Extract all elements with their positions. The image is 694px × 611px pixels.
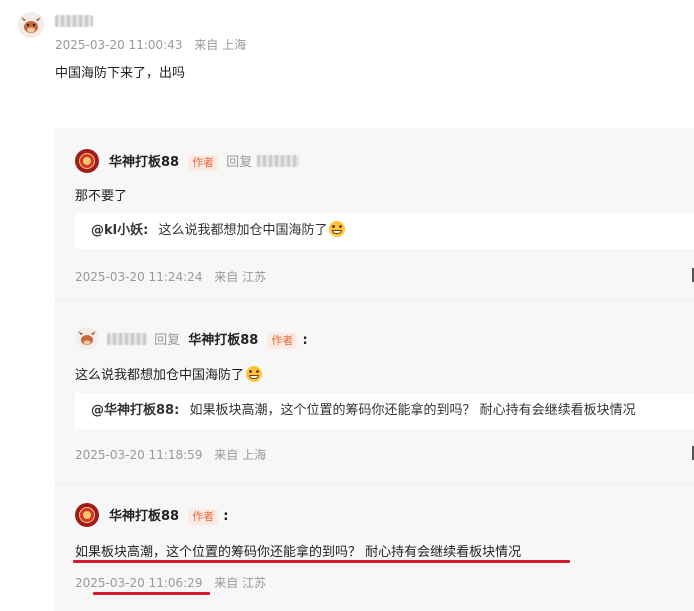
grinning-face-icon [329,221,346,237]
reply-word: 回复 [154,333,181,348]
reply-text-content: 这么说我都想加仓中国海防了 [75,368,245,383]
colon: : [223,509,229,524]
reply-text: 那不要了 [75,189,128,204]
reply-author-blurred[interactable] [107,333,147,345]
reply-meta: 2025-03-20 11:06:29 来自 江苏 [75,574,266,591]
reply-location: 来自 江苏 [214,270,267,284]
quoted-comment[interactable]: @华神打板88: 如果板块高潮，这个位置的筹码你还能拿的到吗？ 耐心持有会继续看… [75,393,694,429]
reply-timestamp: 2025-03-20 11:24:24 [75,270,203,284]
cow-avatar-icon [76,327,98,349]
reply-timestamp: 2025-03-20 11:18:59 [75,448,203,462]
reply-header: 华神打板88 作者 回复 [109,151,300,171]
reply-timestamp: 2025-03-20 11:06:29 [75,576,203,590]
reply-target-blurred[interactable] [257,155,300,167]
username-blurred[interactable] [55,15,93,27]
reply-divider [55,300,694,301]
quote-text: 这么说我都想加仓中国海防了 [158,223,328,238]
comment-meta: 2025-03-20 11:00:43 来自 上海 [55,36,246,53]
comment-text: 中国海防下来了，出吗 [55,66,186,81]
user-avatar[interactable] [76,327,98,349]
reply-text: 这么说我都想加仓中国海防了 [75,364,263,383]
author-avatar[interactable] [75,149,99,173]
reply-word: 回复 [226,155,253,170]
quote-text: 如果板块高潮，这个位置的筹码你还能拿的到吗？ 耐心持有会继续看板块情况 [189,403,636,418]
reply-author-name[interactable]: 华神打板88 [109,509,179,524]
reply-meta: 2025-03-20 11:24:24 来自 江苏 [75,268,266,285]
user-avatar[interactable] [18,12,44,38]
grinning-face-icon [246,366,263,382]
reply-location: 来自 江苏 [214,576,267,590]
quoted-comment[interactable]: @kl小妖: 这么说我都想加仓中国海防了 [75,213,694,249]
reply-text: 如果板块高潮，这个位置的筹码你还能拿的到吗？ 耐心持有会继续看板块情况 [75,545,522,560]
quote-author[interactable]: @kl小妖: [91,223,148,238]
reply-header: 华神打板88 作者 : [109,505,228,525]
author-avatar[interactable] [75,503,99,527]
reply-location: 来自 上海 [214,448,267,462]
reply-meta: 2025-03-20 11:18:59 来自 上海 [75,446,266,463]
reply-target-name[interactable]: 华神打板88 [188,333,258,348]
author-badge: 作者 [188,155,219,171]
cow-avatar-icon [18,12,44,38]
author-badge: 作者 [188,509,219,525]
reply-author-name[interactable]: 华神打板88 [109,155,179,170]
comment-timestamp: 2025-03-20 11:00:43 [55,38,183,52]
author-badge: 作者 [267,333,298,349]
replies-thread: 华神打板88 作者 回复 那不要了 @kl小妖: 这么说我都想加仓中国海防了 2… [55,128,694,611]
highlight-underline [73,560,570,563]
comment-location: 来自 上海 [194,38,247,52]
reply-divider [55,483,694,484]
reply-header: 回复 华神打板88 作者 : [107,329,308,349]
colon: : [302,333,308,348]
quote-author[interactable]: @华神打板88: [91,403,179,418]
highlight-underline [93,592,210,595]
